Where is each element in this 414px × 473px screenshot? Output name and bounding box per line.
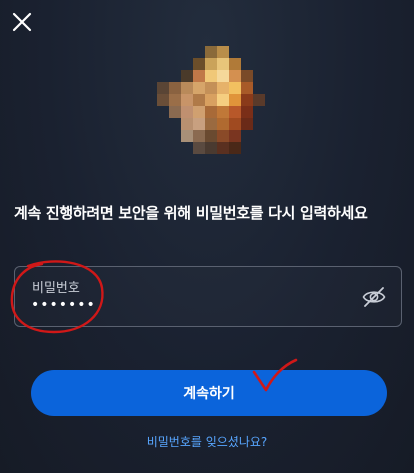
password-prompt: 계속 진행하려면 보안을 위해 비밀번호를 다시 입력하세요 [14,204,368,222]
password-input[interactable]: ••••••• [31,297,96,313]
show-password-toggle[interactable] [361,284,387,310]
eye-slash-icon [362,287,386,307]
pixelated-profile-photo [157,46,265,154]
password-field-label: 비밀번호 [32,281,80,296]
password-field[interactable]: 비밀번호 ••••••• [14,266,402,327]
avatar [157,46,277,154]
close-button[interactable] [8,8,36,36]
forgot-password-link[interactable]: 비밀번호를 잊으셨나요? [0,433,414,450]
continue-button[interactable]: 계속하기 [31,370,387,416]
close-icon [12,12,32,32]
